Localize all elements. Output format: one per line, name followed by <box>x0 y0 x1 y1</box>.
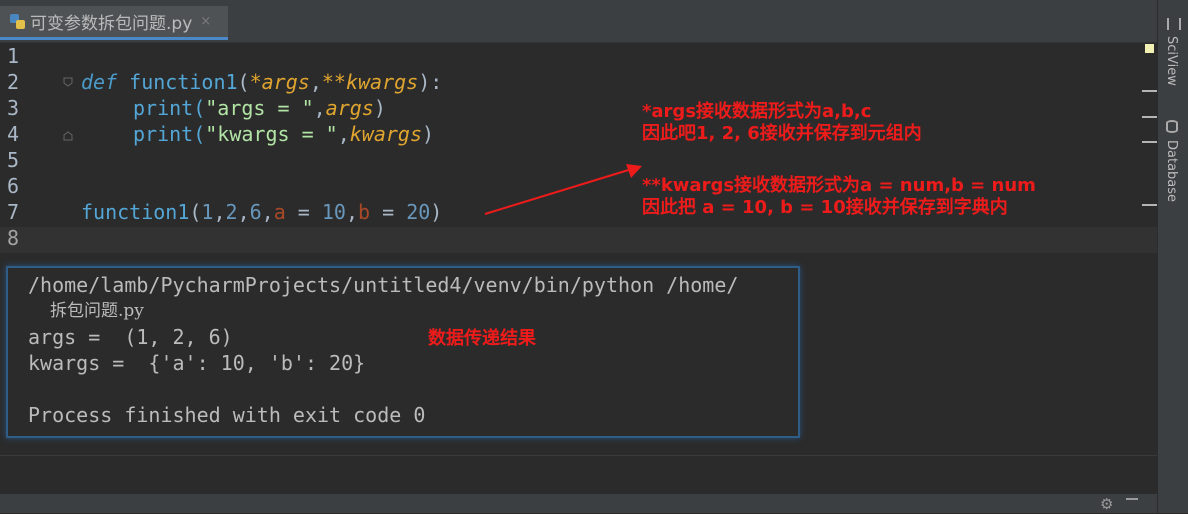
sciview-tab[interactable]: SciView <box>1164 36 1179 86</box>
code-line-2: def function1(*args,**kwargs): <box>81 69 442 95</box>
var-kwargs: kwargs <box>349 122 422 146</box>
file-tab-label: 可变参数拆包问题.py <box>30 14 193 34</box>
console-args-output: args = (1, 2, 6) <box>28 325 233 349</box>
code-line-3: print("args = ",args) <box>133 95 386 121</box>
scroll-marker[interactable] <box>1142 90 1158 92</box>
string-literal: "kwargs = " <box>205 122 338 146</box>
line-number: 6 <box>7 174 20 198</box>
scroll-marker[interactable] <box>1142 116 1158 118</box>
number-literal: 6 <box>249 200 262 224</box>
comma: , <box>313 96 326 120</box>
gear-icon[interactable]: ⚙ <box>1100 495 1113 513</box>
paren-close: ) <box>422 122 435 146</box>
line-number: 4 <box>7 122 20 146</box>
bottom-bar: ⚙ <box>0 494 1158 513</box>
annotation-result: 数据传递结果 <box>428 328 536 349</box>
console-exit-message: Process finished with exit code 0 <box>28 403 426 427</box>
string-literal: "args = " <box>205 96 314 120</box>
paren-close: ): <box>418 70 443 94</box>
inspection-status-icon[interactable] <box>1145 44 1154 53</box>
equals: = <box>285 200 322 224</box>
comma: , <box>337 122 350 146</box>
number-literal: 20 <box>406 200 431 224</box>
python-file-icon <box>10 14 25 29</box>
right-tool-strip: SciView Database <box>1157 0 1188 513</box>
annotation-args-line-2: 因此吧1, 2, 6接收并保存到元组内 <box>642 123 922 144</box>
comma: , <box>261 200 274 224</box>
fold-end-icon[interactable] <box>63 131 73 141</box>
print-call: print( <box>133 122 206 146</box>
fold-open-icon[interactable] <box>63 77 73 87</box>
function-name: function1 <box>129 70 238 94</box>
line-number: 3 <box>7 96 20 120</box>
code-line-4: print("kwargs = ",kwargs) <box>133 121 434 147</box>
comma: , <box>237 200 250 224</box>
minimize-icon[interactable] <box>1126 498 1138 500</box>
number-literal: 10 <box>321 200 346 224</box>
current-line-highlight <box>0 227 1158 253</box>
console-command: /home/lamb/PycharmProjects/untitled4/ven… <box>28 273 739 297</box>
keyword-arg-b: b <box>358 200 371 224</box>
equals: = <box>370 200 407 224</box>
keyword-def: def <box>81 70 118 94</box>
database-icon <box>1166 120 1178 133</box>
number-literal: 2 <box>225 200 238 224</box>
print-call: print( <box>133 96 206 120</box>
run-console[interactable]: /home/lamb/PycharmProjects/untitled4/ven… <box>6 266 800 438</box>
function-call-name: function1 <box>81 200 190 224</box>
number-literal: 1 <box>201 200 214 224</box>
comma: , <box>345 200 359 224</box>
paren-open: ( <box>237 70 250 94</box>
param-kwargs: **kwargs <box>321 70 419 94</box>
annotation-args-line-1: *args接收数据形式为a,b,c <box>642 101 872 122</box>
var-args: args <box>325 96 374 120</box>
console-command-wrap: 拆包问题.py <box>50 301 144 321</box>
sciview-icon <box>1167 18 1181 30</box>
console-kwargs-output: kwargs = {'a': 10, 'b': 20} <box>28 351 366 375</box>
scroll-marker[interactable] <box>1142 204 1158 206</box>
annotation-kwargs-line-1: **kwargs接收数据形式为a = num,b = num <box>642 175 1036 196</box>
database-tab[interactable]: Database <box>1164 140 1179 202</box>
line-number: 2 <box>7 70 20 94</box>
comma: , <box>213 200 226 224</box>
paren-close: ) <box>373 96 386 120</box>
close-tab-icon[interactable]: × <box>200 14 211 29</box>
editor-tab-bar: 可变参数拆包问题.py × <box>0 0 1158 43</box>
line-number: 1 <box>7 44 20 68</box>
paren-open: ( <box>189 200 202 224</box>
annotation-kwargs-line-2: 因此把 a = 10, b = 10接收并保存到字典内 <box>642 197 1008 218</box>
paren-close: ) <box>430 200 443 224</box>
scroll-marker[interactable] <box>1142 141 1158 143</box>
code-line-7: function1(1,2,6,a = 10,b = 20) <box>81 199 442 225</box>
annotation-arrow <box>484 164 642 215</box>
line-number: 5 <box>7 148 20 172</box>
keyword-arg-a: a <box>273 200 286 224</box>
line-number: 8 <box>7 226 20 250</box>
line-number: 7 <box>7 200 20 224</box>
param-args: *args <box>249 70 310 94</box>
file-tab[interactable]: 可变参数拆包问题.py × <box>0 6 228 40</box>
comma: , <box>309 70 322 94</box>
code-editor[interactable]: 1 2 3 4 5 6 7 8 def function1(*args,**kw… <box>0 43 1158 255</box>
